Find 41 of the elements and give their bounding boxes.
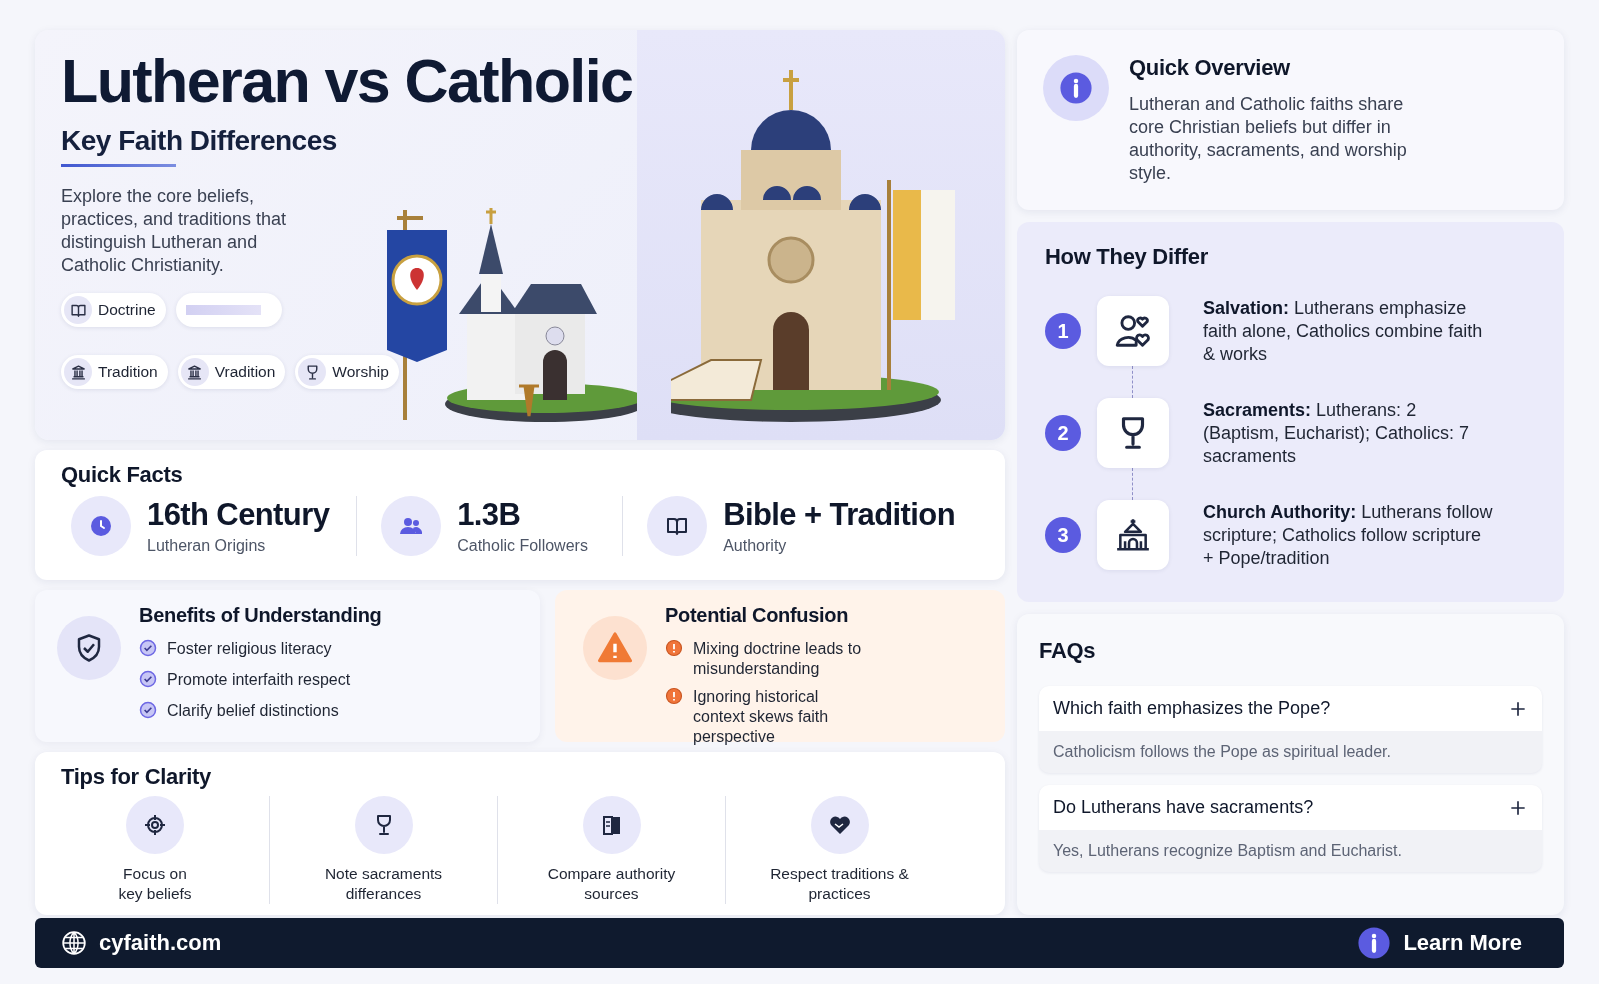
tip-text: Note sacraments differances: [324, 864, 443, 904]
fact-label: Catholic Followers: [457, 537, 588, 555]
learn-more-button[interactable]: Learn More: [1357, 926, 1522, 960]
section-heading: Benefits of Understanding: [139, 604, 382, 627]
section-heading: Quick Facts: [61, 462, 184, 488]
fact-label: Authority: [723, 537, 788, 555]
tag-chip[interactable]: Doctrine: [61, 293, 166, 328]
fact-value: Bible + Tradition: [723, 497, 955, 533]
faq-question[interactable]: Which faith emphasizes the Pope?: [1039, 686, 1542, 731]
fact-value: 1.3B: [457, 497, 522, 533]
section-heading: Quick Overview: [1129, 55, 1291, 81]
section-heading: FAQs: [1039, 638, 1097, 664]
intro-text: Explore the core beliefs, practices, and traditions that distinguish Lutheran and Catholic Christianity.: [61, 185, 288, 278]
tag-chip[interactable]: Tradition: [61, 355, 168, 390]
site-name: cyfaith.com: [99, 930, 222, 956]
tag-chip[interactable]: Worship: [295, 355, 399, 390]
step-number: 2: [1045, 415, 1081, 451]
list-item-text: Ignoring historical context skews faith perspective: [693, 687, 830, 747]
difference-text: Salvation: Lutherans emphasize faith alone, Catholics combine faith & works: [1203, 296, 1484, 366]
section-heading: Potential Confusion: [665, 604, 850, 627]
list-item-text: Mixing doctrine leads to misunderstanding: [693, 639, 863, 679]
tag-chip[interactable]: Vradition: [177, 355, 286, 390]
fact-value: 16th Century: [147, 497, 330, 533]
difference-text: Church Authority: Lutherans follow scripture; Catholics follow scripture + Pope/tradition: [1203, 500, 1493, 570]
tip-text: Compare authority sources: [547, 864, 676, 904]
tip-text: Respect traditions & practices: [770, 864, 909, 904]
section-heading: How They Differ: [1045, 244, 1209, 270]
faq-question[interactable]: Do Lutherans have sacraments?: [1039, 785, 1542, 830]
faq-answer: Catholicism follows the Pope as spiritual leader.: [1052, 742, 1392, 762]
list-item-text: Clarify belief distinctions: [167, 701, 339, 721]
section-heading: Tips for Clarity: [61, 764, 213, 790]
faq-answer: Yes, Lutherans recognize Baptism and Eucharist.: [1052, 841, 1403, 861]
overview-text: Lutheran and Catholic faiths share core Christian beliefs but differ in authority, sacraments, and worship style.: [1129, 93, 1408, 185]
step-number: 3: [1045, 517, 1081, 553]
tip-text: Focus on key beliefs: [118, 864, 192, 904]
fact-label: Lutheran Origins: [147, 537, 267, 555]
page-title: Lutheran vs Catholic: [61, 48, 634, 116]
difference-text: Sacraments: Lutherans: 2 (Baptism, Eucharist); Catholics: 7 sacraments: [1203, 398, 1471, 468]
step-number: 1: [1045, 313, 1081, 349]
list-item-text: Foster religious literacy: [167, 639, 332, 659]
list-item-text: Promote interfaith respect: [167, 670, 351, 690]
